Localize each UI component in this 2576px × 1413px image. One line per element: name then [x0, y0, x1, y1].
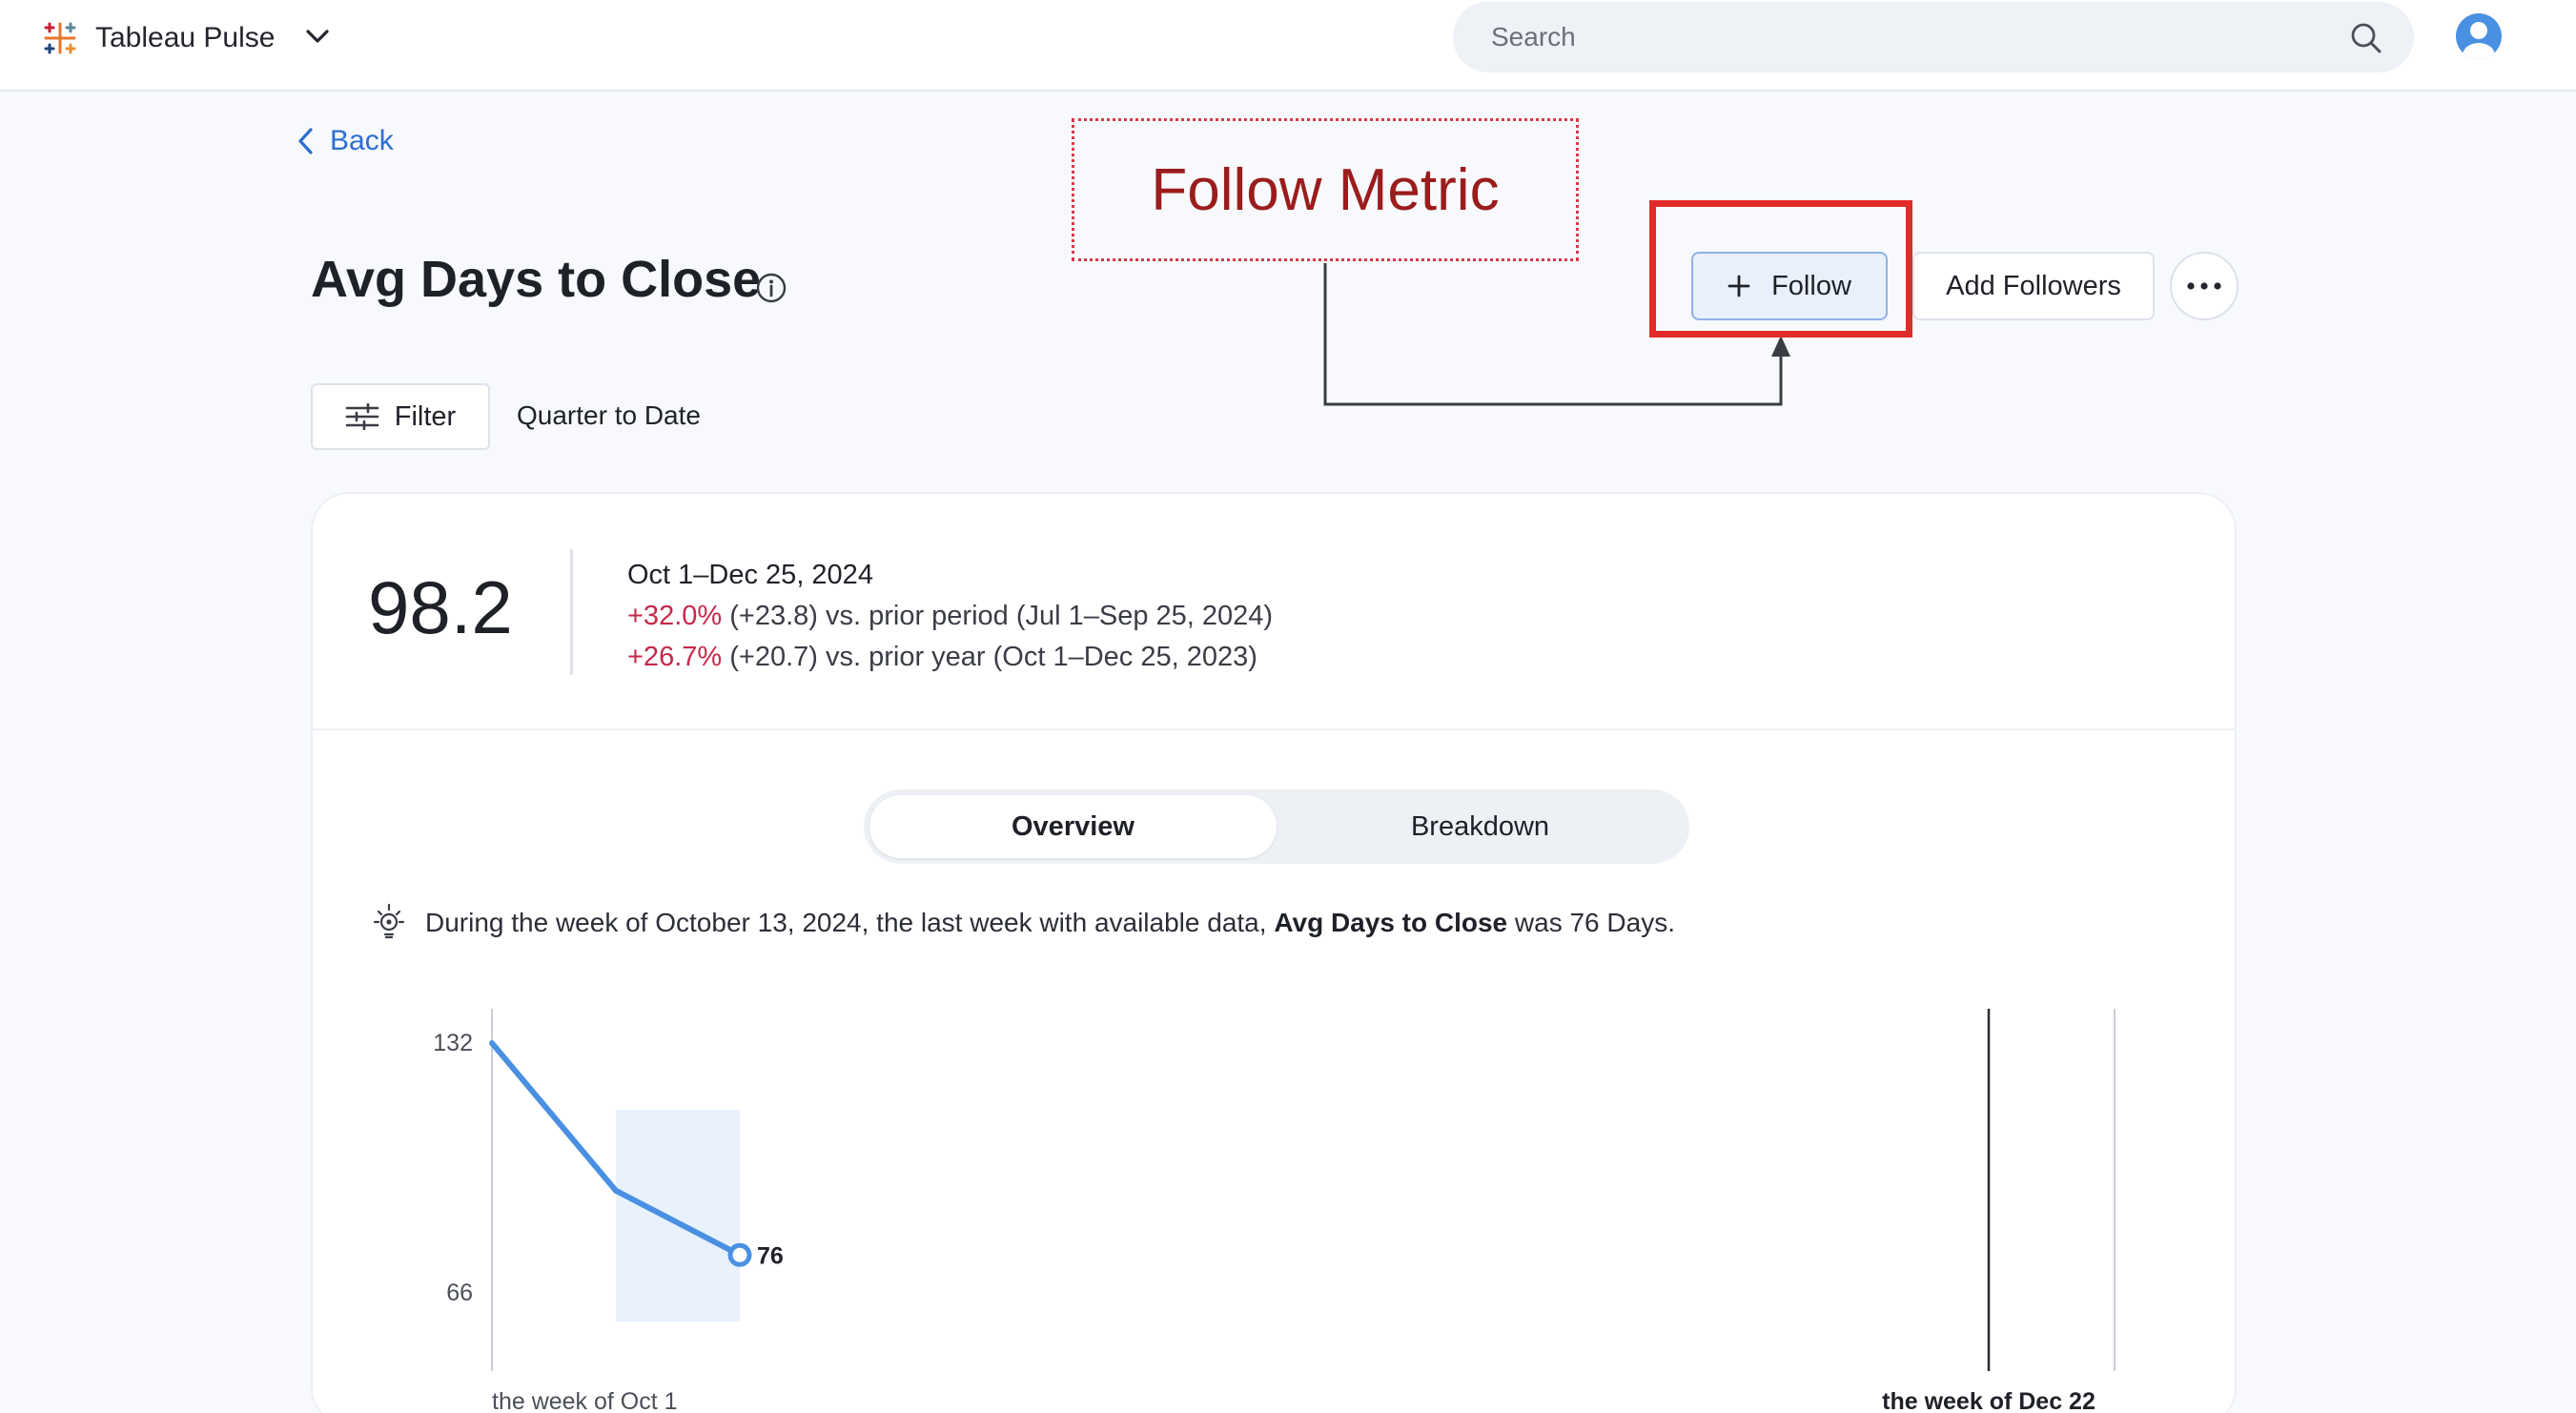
top-bar: Tableau Pulse — [0, 0, 2576, 92]
follow-label: Follow — [1771, 270, 1851, 301]
tab-overview[interactable]: Overview — [869, 795, 1277, 858]
insight-text: During the week of October 13, 2024, the… — [425, 908, 1675, 938]
metric-card: 98.2 Oct 1–Dec 25, 2024 +32.0% (+23.8) v… — [311, 492, 2237, 1413]
metric-chart: 76 132 66 the week of Oct 1 the week of … — [433, 1009, 2116, 1413]
chart-x-tick-label: the week of Oct 1 — [492, 1388, 678, 1413]
prior-period-row: +32.0% (+23.8) vs. prior period (Jul 1–S… — [627, 596, 1273, 637]
lightbulb-icon — [373, 903, 405, 939]
insight-prefix: During the week of October 13, 2024, the… — [425, 908, 1275, 937]
avatar-icon[interactable] — [2456, 13, 2502, 59]
date-range-label: Quarter to Date — [517, 400, 701, 430]
add-followers-button[interactable]: Add Followers — [1912, 252, 2155, 320]
chart-point-label: 76 — [757, 1242, 784, 1269]
filter-label: Filter — [394, 400, 457, 432]
filter-icon — [345, 403, 379, 430]
prior-year-detail: (+20.7) vs. prior year (Oct 1–Dec 25, 20… — [722, 642, 1257, 672]
chart-y-tick-label: 132 — [433, 1030, 473, 1056]
prior-period-change: +32.0% — [627, 601, 723, 631]
view-toggle: Overview Breakdown — [864, 789, 1689, 864]
prior-period-detail: (+23.8) vs. prior period (Jul 1–Sep 25, … — [722, 601, 1274, 631]
chart-y-tick-label: 66 — [446, 1280, 473, 1306]
metric-stats: Oct 1–Dec 25, 2024 +32.0% (+23.8) vs. pr… — [627, 555, 1273, 678]
search-input[interactable] — [1491, 17, 2330, 57]
prior-year-change: +26.7% — [627, 642, 723, 672]
filter-button[interactable]: Filter — [311, 383, 490, 450]
back-link[interactable]: Back — [296, 122, 394, 160]
more-options-button[interactable] — [2170, 252, 2239, 320]
chevron-down-icon[interactable] — [303, 25, 332, 48]
insight-metric: Avg Days to Close — [1274, 908, 1508, 937]
follow-button[interactable]: Follow — [1691, 252, 1888, 320]
annotation-callout: Follow Metric — [1072, 118, 1579, 261]
app-switcher[interactable]: Tableau Pulse — [40, 13, 275, 63]
search-bar — [1453, 2, 2414, 72]
chart-range-band — [616, 1110, 740, 1321]
chart-last-point[interactable] — [727, 1242, 752, 1267]
value-divider — [570, 549, 573, 675]
tableau-logo-icon — [44, 22, 76, 54]
plus-icon — [1728, 275, 1750, 297]
tab-breakdown[interactable]: Breakdown — [1277, 795, 1684, 858]
back-label: Back — [330, 125, 394, 156]
more-icon — [2187, 282, 2221, 290]
prior-year-row: +26.7% (+20.7) vs. prior year (Oct 1–Dec… — [627, 637, 1273, 678]
page-title: Avg Days to Close — [311, 251, 762, 308]
annotation-label: Follow Metric — [1151, 156, 1500, 223]
chart-x-tick-label: the week of Dec 22 — [1882, 1388, 2096, 1413]
metric-period: Oct 1–Dec 25, 2024 — [627, 560, 873, 590]
app-name: Tableau Pulse — [95, 22, 276, 53]
card-divider — [313, 728, 2235, 730]
info-icon[interactable] — [755, 272, 787, 304]
search-icon[interactable] — [2349, 21, 2383, 55]
insight-suffix: was 76 Days. — [1507, 908, 1675, 937]
chevron-left-icon — [298, 128, 313, 154]
metric-value: 98.2 — [368, 565, 513, 649]
